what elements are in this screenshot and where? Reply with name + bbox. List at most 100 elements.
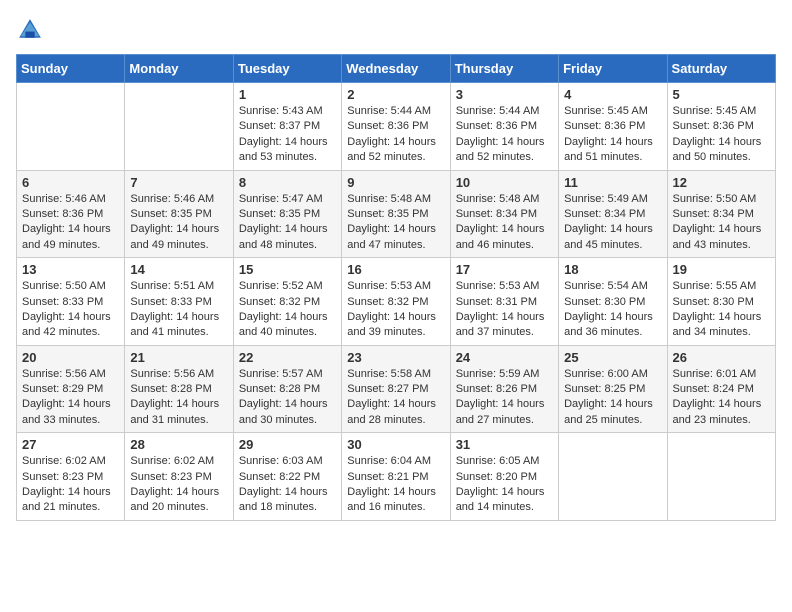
calendar-cell: 4 Sunrise: 5:45 AMSunset: 8:36 PMDaylight…: [559, 83, 667, 171]
day-number: 7: [130, 175, 227, 190]
cell-content: Sunrise: 5:48 AMSunset: 8:35 PMDaylight:…: [347, 192, 444, 254]
cell-content: Sunrise: 5:44 AMSunset: 8:36 PMDaylight:…: [456, 104, 553, 166]
cell-content: Sunrise: 5:59 AMSunset: 8:26 PMDaylight:…: [456, 367, 553, 429]
cell-content: Sunrise: 5:44 AMSunset: 8:36 PMDaylight:…: [347, 104, 444, 166]
calendar-cell: 13 Sunrise: 5:50 AMSunset: 8:33 PMDayligh…: [17, 258, 125, 346]
day-number: 1: [239, 87, 336, 102]
cell-content: Sunrise: 5:51 AMSunset: 8:33 PMDaylight:…: [130, 279, 227, 341]
calendar-cell: 8 Sunrise: 5:47 AMSunset: 8:35 PMDaylight…: [233, 170, 341, 258]
cell-content: Sunrise: 5:50 AMSunset: 8:33 PMDaylight:…: [22, 279, 119, 341]
day-number: 18: [564, 262, 661, 277]
cell-content: Sunrise: 5:49 AMSunset: 8:34 PMDaylight:…: [564, 192, 661, 254]
day-number: 5: [673, 87, 770, 102]
day-number: 16: [347, 262, 444, 277]
calendar-week-2: 6Sunrise: 5:46 AMSunset: 8:36 PMDaylight…: [17, 170, 776, 258]
cell-content: Sunrise: 6:01 AMSunset: 8:24 PMDaylight:…: [673, 367, 770, 429]
cell-content: Sunrise: 5:43 AMSunset: 8:37 PMDaylight:…: [239, 104, 336, 166]
day-header-wednesday: Wednesday: [342, 55, 450, 83]
calendar-cell: [667, 433, 775, 521]
cell-content: Sunrise: 6:05 AMSunset: 8:20 PMDaylight:…: [456, 454, 553, 516]
calendar-cell: [559, 433, 667, 521]
cell-content: Sunrise: 5:47 AMSunset: 8:35 PMDaylight:…: [239, 192, 336, 254]
calendar-cell: 29Sunrise: 6:03 AMSunset: 8:22 PMDayligh…: [233, 433, 341, 521]
calendar-cell: 24 Sunrise: 5:59 AMSunset: 8:26 PMDayligh…: [450, 345, 558, 433]
calendar-cell: 19Sunrise: 5:55 AMSunset: 8:30 PMDayligh…: [667, 258, 775, 346]
cell-content: Sunrise: 5:45 AMSunset: 8:36 PMDaylight:…: [673, 104, 770, 166]
day-number: 9: [347, 175, 444, 190]
calendar-cell: 1 Sunrise: 5:43 AMSunset: 8:37 PMDaylight…: [233, 83, 341, 171]
calendar-cell: 2 Sunrise: 5:44 AMSunset: 8:36 PMDaylight…: [342, 83, 450, 171]
calendar-cell: 27 Sunrise: 6:02 AMSunset: 8:23 PMDayligh…: [17, 433, 125, 521]
cell-content: Sunrise: 6:00 AMSunset: 8:25 PMDaylight:…: [564, 367, 661, 429]
calendar-cell: 22Sunrise: 5:57 AMSunset: 8:28 PMDayligh…: [233, 345, 341, 433]
day-number: 28: [130, 437, 227, 452]
day-number: 21: [130, 350, 227, 365]
calendar-cell: 11 Sunrise: 5:49 AMSunset: 8:34 PMDayligh…: [559, 170, 667, 258]
calendar-cell: 26 Sunrise: 6:01 AMSunset: 8:24 PMDayligh…: [667, 345, 775, 433]
day-number: 26: [673, 350, 770, 365]
day-number: 20: [22, 350, 119, 365]
day-number: 11: [564, 175, 661, 190]
day-number: 23: [347, 350, 444, 365]
calendar-cell: 30 Sunrise: 6:04 AMSunset: 8:21 PMDayligh…: [342, 433, 450, 521]
day-number: 31: [456, 437, 553, 452]
day-number: 10: [456, 175, 553, 190]
day-number: 25: [564, 350, 661, 365]
cell-content: Sunrise: 6:02 AMSunset: 8:23 PMDaylight:…: [22, 454, 119, 516]
day-number: 3: [456, 87, 553, 102]
calendar-cell: 14 Sunrise: 5:51 AMSunset: 8:33 PMDayligh…: [125, 258, 233, 346]
calendar-cell: 28 Sunrise: 6:02 AMSunset: 8:23 PMDayligh…: [125, 433, 233, 521]
calendar-cell: 18 Sunrise: 5:54 AMSunset: 8:30 PMDayligh…: [559, 258, 667, 346]
day-number: 6: [22, 175, 119, 190]
cell-content: Sunrise: 5:56 AMSunset: 8:29 PMDaylight:…: [22, 367, 119, 429]
day-header-saturday: Saturday: [667, 55, 775, 83]
calendar-cell: [17, 83, 125, 171]
cell-content: Sunrise: 5:58 AMSunset: 8:27 PMDaylight:…: [347, 367, 444, 429]
cell-content: Sunrise: 6:04 AMSunset: 8:21 PMDaylight:…: [347, 454, 444, 516]
calendar-cell: 3 Sunrise: 5:44 AMSunset: 8:36 PMDaylight…: [450, 83, 558, 171]
calendar-week-1: 1 Sunrise: 5:43 AMSunset: 8:37 PMDaylight…: [17, 83, 776, 171]
day-number: 8: [239, 175, 336, 190]
cell-content: Sunrise: 5:50 AMSunset: 8:34 PMDaylight:…: [673, 192, 770, 254]
day-number: 4: [564, 87, 661, 102]
calendar-cell: 6Sunrise: 5:46 AMSunset: 8:36 PMDaylight…: [17, 170, 125, 258]
calendar: SundayMondayTuesdayWednesdayThursdayFrid…: [16, 54, 776, 521]
calendar-cell: 23 Sunrise: 5:58 AMSunset: 8:27 PMDayligh…: [342, 345, 450, 433]
calendar-cell: [125, 83, 233, 171]
day-number: 14: [130, 262, 227, 277]
day-number: 19: [673, 262, 770, 277]
logo: [16, 16, 46, 44]
day-number: 2: [347, 87, 444, 102]
cell-content: Sunrise: 5:54 AMSunset: 8:30 PMDaylight:…: [564, 279, 661, 341]
day-header-thursday: Thursday: [450, 55, 558, 83]
cell-content: Sunrise: 6:02 AMSunset: 8:23 PMDaylight:…: [130, 454, 227, 516]
calendar-week-3: 13 Sunrise: 5:50 AMSunset: 8:33 PMDayligh…: [17, 258, 776, 346]
calendar-cell: 16 Sunrise: 5:53 AMSunset: 8:32 PMDayligh…: [342, 258, 450, 346]
cell-content: Sunrise: 5:57 AMSunset: 8:28 PMDaylight:…: [239, 367, 336, 429]
calendar-cell: 10 Sunrise: 5:48 AMSunset: 8:34 PMDayligh…: [450, 170, 558, 258]
cell-content: Sunrise: 5:52 AMSunset: 8:32 PMDaylight:…: [239, 279, 336, 341]
day-number: 17: [456, 262, 553, 277]
calendar-header-row: SundayMondayTuesdayWednesdayThursdayFrid…: [17, 55, 776, 83]
calendar-cell: 21 Sunrise: 5:56 AMSunset: 8:28 PMDayligh…: [125, 345, 233, 433]
calendar-cell: 25 Sunrise: 6:00 AMSunset: 8:25 PMDayligh…: [559, 345, 667, 433]
cell-content: Sunrise: 5:46 AMSunset: 8:35 PMDaylight:…: [130, 192, 227, 254]
calendar-cell: 12Sunrise: 5:50 AMSunset: 8:34 PMDayligh…: [667, 170, 775, 258]
cell-content: Sunrise: 6:03 AMSunset: 8:22 PMDaylight:…: [239, 454, 336, 516]
cell-content: Sunrise: 5:53 AMSunset: 8:32 PMDaylight:…: [347, 279, 444, 341]
cell-content: Sunrise: 5:45 AMSunset: 8:36 PMDaylight:…: [564, 104, 661, 166]
calendar-cell: 9 Sunrise: 5:48 AMSunset: 8:35 PMDaylight…: [342, 170, 450, 258]
day-number: 24: [456, 350, 553, 365]
cell-content: Sunrise: 5:48 AMSunset: 8:34 PMDaylight:…: [456, 192, 553, 254]
day-number: 13: [22, 262, 119, 277]
day-number: 27: [22, 437, 119, 452]
logo-icon: [16, 16, 44, 44]
calendar-cell: 31 Sunrise: 6:05 AMSunset: 8:20 PMDayligh…: [450, 433, 558, 521]
calendar-cell: 20 Sunrise: 5:56 AMSunset: 8:29 PMDayligh…: [17, 345, 125, 433]
day-number: 30: [347, 437, 444, 452]
calendar-week-4: 20 Sunrise: 5:56 AMSunset: 8:29 PMDayligh…: [17, 345, 776, 433]
calendar-cell: 15Sunrise: 5:52 AMSunset: 8:32 PMDayligh…: [233, 258, 341, 346]
cell-content: Sunrise: 5:56 AMSunset: 8:28 PMDaylight:…: [130, 367, 227, 429]
day-header-monday: Monday: [125, 55, 233, 83]
page-header: [16, 16, 776, 44]
